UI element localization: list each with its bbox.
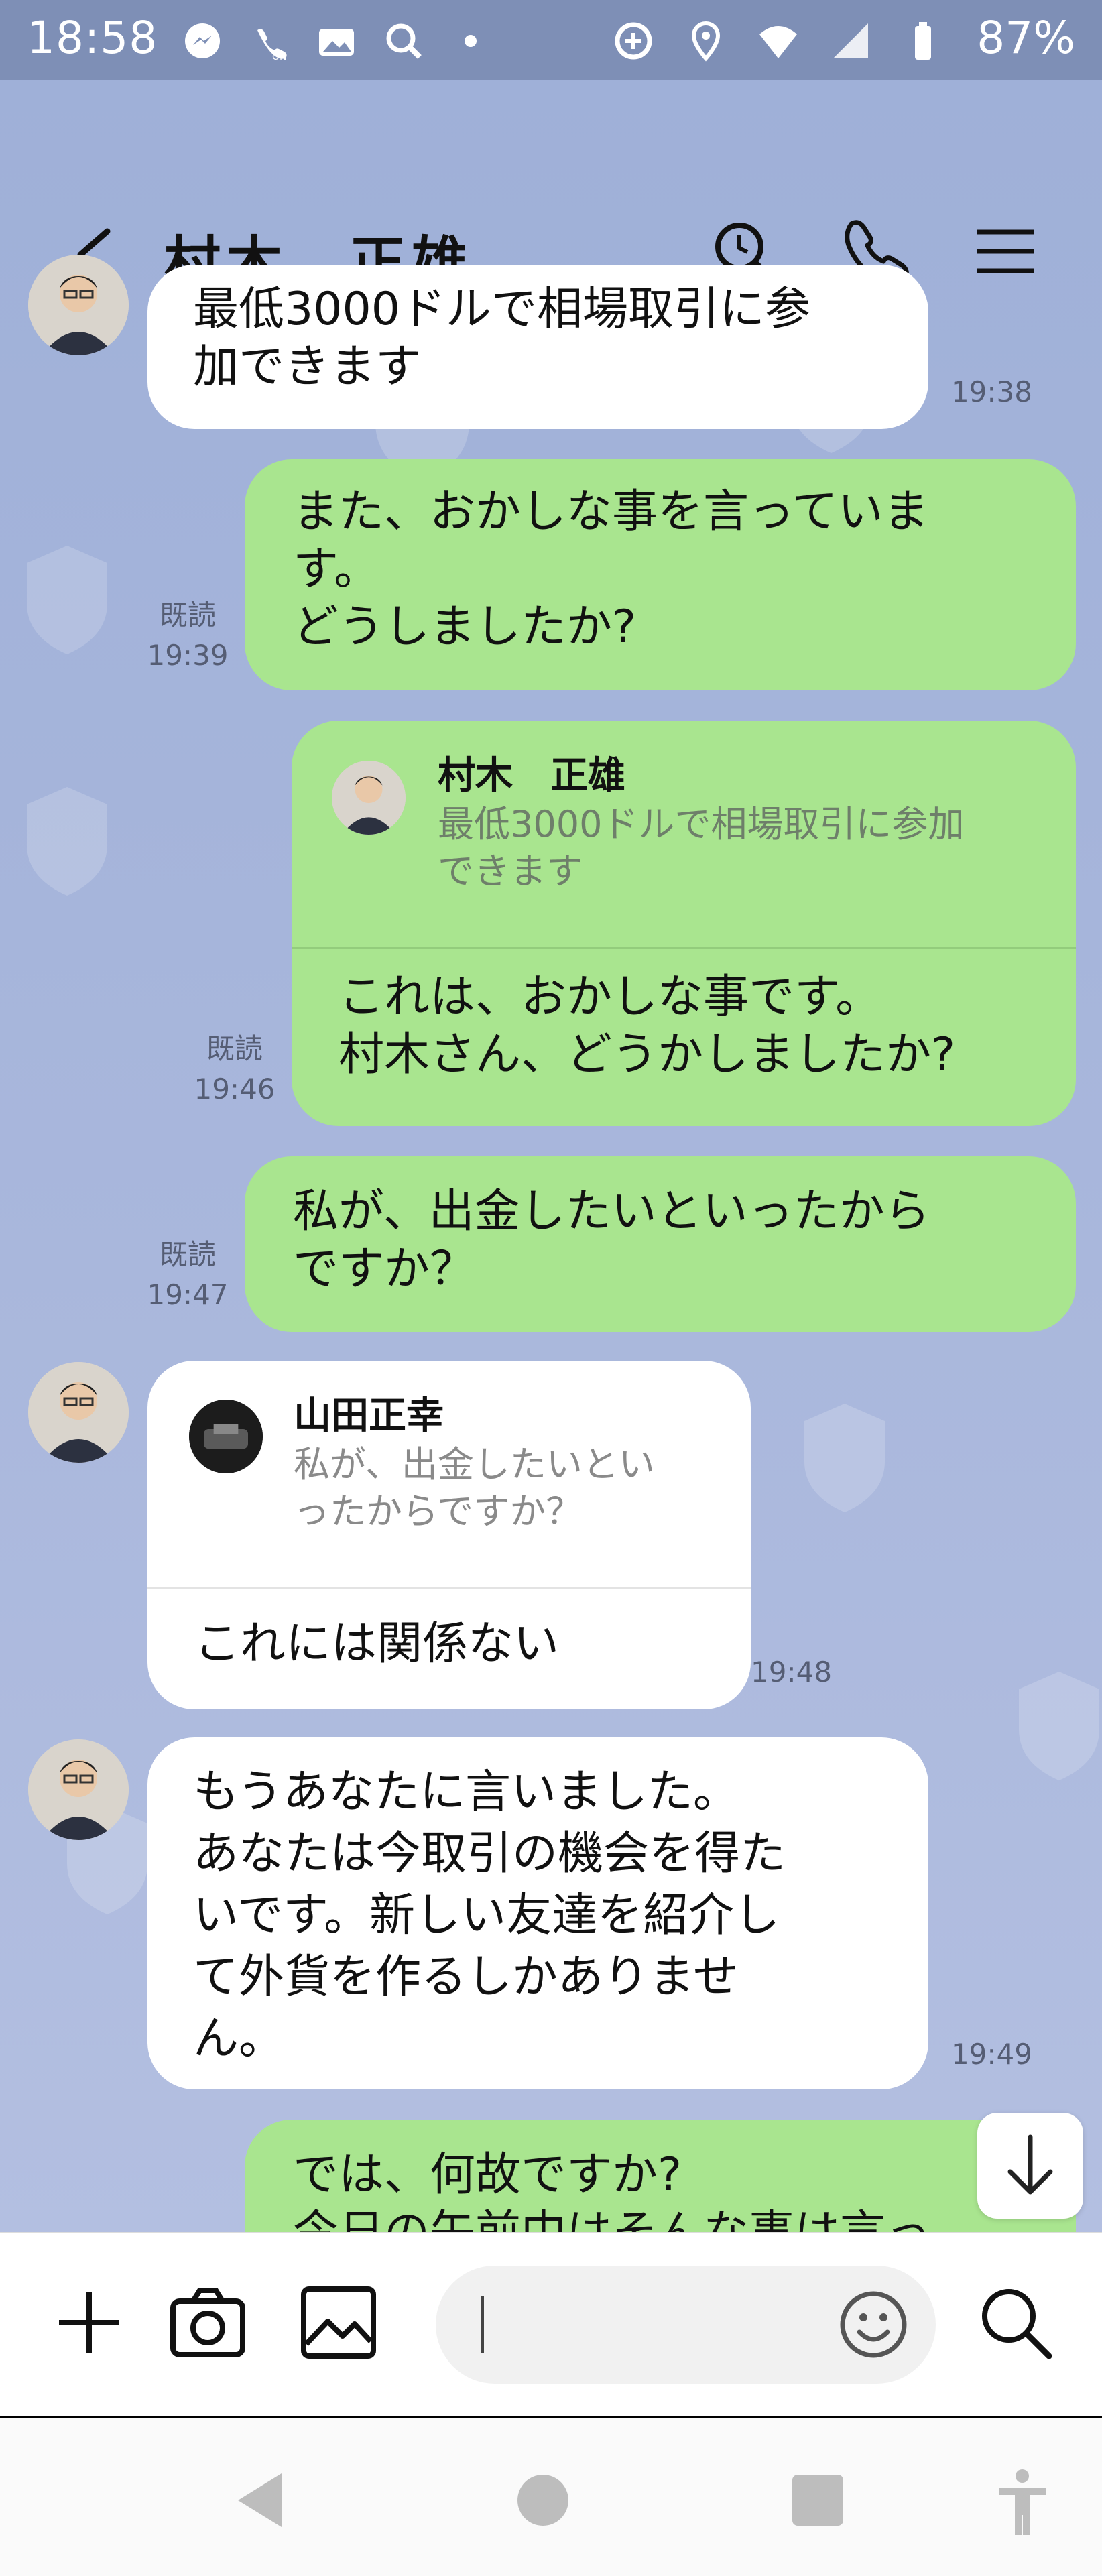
message-text: これは、おかしな事です。 村木さん、どうかしましたか? — [339, 971, 956, 1081]
location-icon — [691, 21, 721, 62]
quoted-text: 最低3000ドルで相場取引に参加 できます — [438, 803, 965, 892]
message-text: もうあなたに言いました。 あなたは今取引の機会を得た いです。新しい友達を紹介し… — [193, 1766, 786, 2065]
quoted-sender-name: 山田正幸 — [294, 1394, 444, 1438]
wifi-calling-icon: ON — [257, 29, 287, 62]
avatar[interactable] — [28, 1739, 129, 1840]
read-label: 既読 — [206, 1032, 263, 1065]
message-time: 19:39 — [147, 639, 229, 672]
avatar[interactable] — [28, 255, 129, 355]
reply-bubble-outgoing[interactable]: 村木 正雄 最低3000ドルで相場取引に参加 できます これは、おかしな事です。… — [292, 721, 1076, 1126]
read-receipt-block: 既読 19:46 — [174, 1029, 295, 1109]
message-bubble-outgoing[interactable]: また、おかしな事を言っていま す。 どうしましたか? — [245, 459, 1076, 690]
status-right-icons — [612, 16, 944, 66]
search-icon[interactable] — [975, 2282, 1056, 2363]
message-time: 19:48 — [751, 1656, 833, 1689]
quoted-text: 私が、出金したいとい ったからですか？ — [294, 1443, 655, 1532]
person-avatar-image — [332, 761, 406, 835]
camera-icon[interactable] — [168, 2282, 248, 2363]
status-bar: 18:58 ON 87% — [0, 0, 1102, 80]
person-avatar-image — [28, 1362, 129, 1463]
emoji-icon[interactable] — [837, 2288, 910, 2362]
message-bubble-incoming[interactable]: 最低3000ドルで相場取引に参 加できます — [147, 265, 928, 429]
accessibility-icon[interactable] — [989, 2467, 1056, 2540]
scroll-to-bottom-button[interactable] — [977, 2113, 1083, 2219]
person-avatar-image — [28, 255, 129, 355]
plus-icon[interactable] — [52, 2286, 126, 2359]
object-avatar-image — [189, 1400, 263, 1473]
chat-header: 村木 正雄 — [0, 80, 1102, 296]
status-left-icons: ON — [181, 16, 492, 66]
menu-icon[interactable] — [969, 214, 1042, 288]
message-text: 最低3000ドルで相場取引に参 加できます — [193, 283, 811, 393]
nav-home-icon[interactable] — [509, 2467, 576, 2534]
signal-icon — [833, 23, 868, 58]
quoted-avatar — [189, 1400, 263, 1473]
read-label: 既読 — [159, 1238, 216, 1271]
read-receipt-block: 既読 19:39 — [127, 595, 248, 676]
quote-divider — [147, 1587, 751, 1589]
person-avatar-image — [28, 1739, 129, 1840]
message-time: 19:38 — [951, 375, 1032, 408]
quoted-sender-name: 村木 正雄 — [438, 754, 625, 798]
message-text: また、おかしな事を言っていま す。 どうしましたか? — [293, 485, 929, 654]
arrow-down-icon — [1007, 2134, 1053, 2195]
messenger-icon — [185, 23, 220, 58]
message-time: 19:46 — [194, 1072, 276, 1105]
wifi-icon — [759, 26, 797, 58]
message-bubble-incoming[interactable]: もうあなたに言いました。 あなたは今取引の機会を得た いです。新しい友達を紹介し… — [147, 1737, 928, 2089]
read-label: 既読 — [159, 599, 216, 631]
text-caret — [481, 2296, 484, 2353]
nav-back-icon[interactable] — [228, 2467, 295, 2534]
vpn-search-icon — [386, 23, 422, 59]
message-text: これには関係ない — [194, 1617, 560, 1670]
message-bubble-outgoing[interactable]: 私が、出金したいといったから ですか？ — [245, 1156, 1076, 1332]
reply-bubble-incoming[interactable]: 山田正幸 私が、出金したいとい ったからですか？ これには関係ない — [147, 1361, 751, 1709]
message-time: 19:47 — [147, 1278, 229, 1311]
avatar[interactable] — [28, 1362, 129, 1463]
read-receipt-block: 既読 19:47 — [127, 1235, 248, 1315]
message-time: 19:49 — [951, 2038, 1032, 2071]
dot-icon — [465, 35, 477, 47]
svg-text:ON: ON — [272, 52, 287, 62]
data-saver-icon — [615, 22, 652, 60]
status-time: 18:58 — [27, 12, 158, 64]
battery-percent: 87% — [977, 12, 1075, 64]
message-text: 私が、出金したいといったから ですか？ — [293, 1185, 930, 1296]
image-icon[interactable] — [298, 2282, 379, 2363]
gallery-icon — [319, 29, 354, 56]
battery-icon — [915, 22, 931, 60]
quote-divider — [292, 947, 1076, 949]
nav-recents-icon[interactable] — [784, 2467, 851, 2534]
quoted-avatar — [332, 761, 406, 835]
